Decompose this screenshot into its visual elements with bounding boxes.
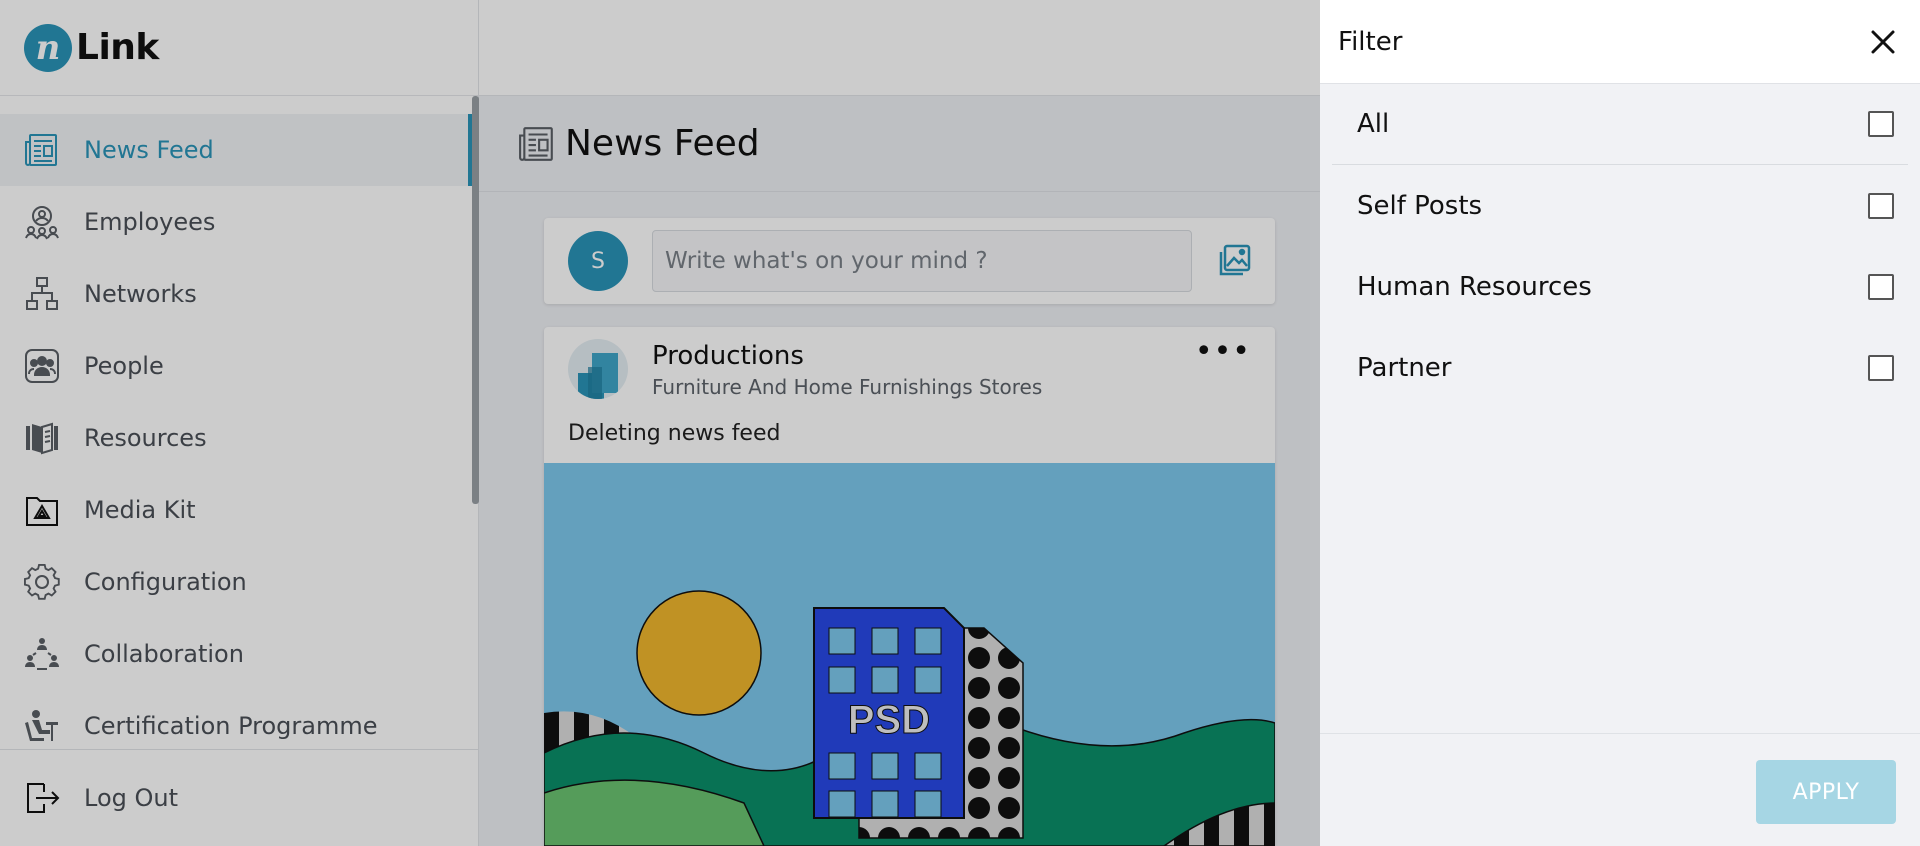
filter-footer: APPLY	[1320, 733, 1920, 846]
filter-title: Filter	[1338, 26, 1403, 57]
filter-option-partner[interactable]: Partner	[1332, 327, 1908, 408]
filter-option-self-posts[interactable]: Self Posts	[1332, 165, 1908, 246]
close-icon[interactable]	[1868, 27, 1898, 57]
filter-option-human-resources[interactable]: Human Resources	[1332, 246, 1908, 327]
modal-backdrop[interactable]	[0, 0, 1320, 846]
filter-option-label: Human Resources	[1357, 271, 1592, 302]
filter-option-label: Self Posts	[1357, 190, 1483, 221]
filter-option-all[interactable]: All	[1332, 84, 1908, 165]
apply-button[interactable]: APPLY	[1756, 760, 1896, 824]
filter-panel: Filter All Self Posts Human Resources Pa…	[1320, 0, 1920, 846]
filter-checkbox-all[interactable]	[1868, 111, 1894, 137]
filter-checkbox-partner[interactable]	[1868, 354, 1894, 381]
filter-options: All Self Posts Human Resources Partner	[1332, 84, 1908, 408]
filter-header: Filter	[1320, 0, 1920, 84]
filter-checkbox-human-resources[interactable]	[1868, 273, 1894, 300]
filter-checkbox-self-posts[interactable]	[1868, 192, 1894, 219]
filter-option-label: All	[1357, 109, 1390, 139]
filter-option-label: Partner	[1357, 352, 1452, 383]
